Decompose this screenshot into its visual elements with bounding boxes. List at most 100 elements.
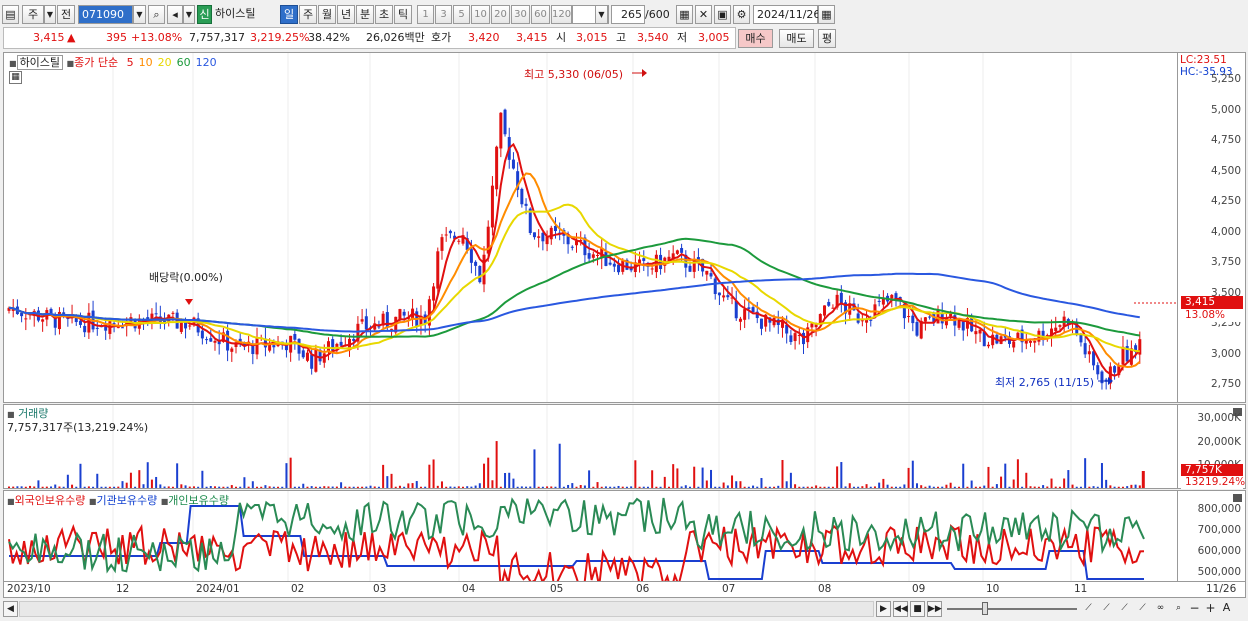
volume-bar xyxy=(264,485,267,488)
date-label: 11 xyxy=(1074,583,1088,595)
ma-legend-5: 5 xyxy=(126,56,134,69)
scroll-right-icon[interactable]: ▶ xyxy=(876,601,891,617)
chevron-down-icon[interactable]: ▼ xyxy=(133,5,146,24)
plus-icon[interactable]: + xyxy=(1203,601,1218,617)
volume-bar xyxy=(655,486,658,488)
scroll-left-icon[interactable]: ◀ xyxy=(3,601,18,617)
period-tab[interactable]: 초 xyxy=(375,5,393,24)
chevron-down-icon[interactable]: ▼ xyxy=(595,5,608,24)
price-panel: ■ 하이스틸 ■종가 단순 5 10 20 60 120 ▦ 배당락(0.00%) 최고 … xyxy=(3,52,1178,403)
volume-bar xyxy=(29,485,32,488)
period-tab[interactable]: 월 xyxy=(318,5,336,24)
forward-icon[interactable]: ▶▶ xyxy=(927,601,942,617)
volume-bar xyxy=(920,485,923,488)
institution-legend: 기관보유수량 xyxy=(96,494,158,507)
bid-price: 3,415 xyxy=(516,31,548,44)
interval-button[interactable]: 3 xyxy=(435,5,452,24)
sell-button[interactable]: 매도 xyxy=(779,29,814,48)
table-icon[interactable]: ▦ xyxy=(9,71,22,84)
scroll-track[interactable] xyxy=(19,601,874,617)
max-arrow-icon xyxy=(642,69,647,77)
prev-button[interactable]: 전 xyxy=(57,5,75,24)
calendar-icon[interactable]: ▦ xyxy=(818,5,835,24)
interval-button[interactable]: 120 xyxy=(551,5,572,24)
interval-button[interactable]: 10 xyxy=(471,5,490,24)
link-tool-icon[interactable]: ∞ xyxy=(1153,601,1168,617)
volume-bar xyxy=(260,486,263,488)
volume-bar xyxy=(159,484,162,488)
line-tool-icon[interactable]: ⟋ xyxy=(1081,601,1096,617)
minus-icon[interactable]: − xyxy=(1187,601,1202,617)
count-total: /600 xyxy=(645,8,670,21)
zoom-slider-thumb[interactable] xyxy=(982,602,988,615)
stock-code-input[interactable]: 071090 xyxy=(78,5,133,24)
close-icon[interactable] xyxy=(1233,494,1242,502)
volume-bar xyxy=(483,463,486,488)
angle-tool-icon[interactable]: ⟋ xyxy=(1117,601,1132,617)
count-input[interactable]: 265 xyxy=(611,5,645,24)
volume-bar xyxy=(916,483,918,488)
volume-ratio: 3,219.25% xyxy=(250,31,310,44)
volume-bar xyxy=(827,486,830,488)
volume-bar xyxy=(340,482,343,488)
high-price: 3,540 xyxy=(637,31,669,44)
grid-icon[interactable]: ▦ xyxy=(676,5,693,24)
volume-bar xyxy=(735,481,738,488)
volume-bar xyxy=(743,486,746,488)
zoom-out-icon[interactable]: ⌕ xyxy=(1171,601,1186,617)
volume-bar xyxy=(466,486,469,488)
volume-bar xyxy=(613,486,616,488)
change-percent: +13.08% xyxy=(131,31,183,44)
period-tab[interactable]: 분 xyxy=(356,5,374,24)
chevron-down-icon[interactable]: ▼ xyxy=(183,5,195,24)
average-button[interactable]: 평 xyxy=(818,29,836,48)
volume-bar xyxy=(142,484,145,488)
new-badge: 신 xyxy=(197,5,212,24)
period-tab[interactable]: 년 xyxy=(337,5,355,24)
gear-icon[interactable]: ⚙ xyxy=(733,5,750,24)
ask-price: 3,420 xyxy=(468,31,500,44)
volume-bar xyxy=(180,484,183,488)
period-tab[interactable]: 일 xyxy=(280,5,298,24)
window-menu-icon[interactable]: ▤ xyxy=(2,5,19,24)
rewind-icon[interactable]: ◀◀ xyxy=(893,601,908,617)
interval-button[interactable]: 5 xyxy=(453,5,470,24)
volume-bar xyxy=(646,486,649,488)
crosshair-icon[interactable]: ✕ xyxy=(695,5,712,24)
buy-button[interactable]: 매수 xyxy=(738,29,773,48)
volume-bar xyxy=(167,486,170,488)
interval-button[interactable]: 20 xyxy=(491,5,510,24)
channel-tool-icon[interactable]: ⟋ xyxy=(1135,601,1150,617)
volume-bar xyxy=(928,485,931,488)
volume-bar xyxy=(121,481,124,488)
search-icon[interactable]: ⌕ xyxy=(148,5,165,24)
interval-button[interactable]: 60 xyxy=(531,5,550,24)
stop-icon[interactable]: ■ xyxy=(910,601,925,617)
candle-body xyxy=(1083,343,1087,355)
speaker-icon[interactable]: ◂ xyxy=(167,5,183,24)
candle-body xyxy=(1012,341,1016,348)
volume-bar xyxy=(83,486,86,488)
market-select[interactable]: 주 xyxy=(22,5,44,24)
volume-bar xyxy=(491,480,494,488)
zoom-slider[interactable] xyxy=(947,608,1077,610)
candle-body xyxy=(305,352,309,361)
volume: 7,757,317 xyxy=(189,31,245,44)
period-tab[interactable]: 주 xyxy=(299,5,317,24)
trend-tool-icon[interactable]: ⟋ xyxy=(1099,601,1114,617)
date-input[interactable]: 2024/11/26 xyxy=(753,5,820,24)
interval-button[interactable]: 30 xyxy=(511,5,530,24)
interval-button[interactable]: 1 xyxy=(417,5,434,24)
chevron-down-icon[interactable]: ▼ xyxy=(44,5,56,24)
candle-body xyxy=(1054,327,1058,332)
font-size-icon[interactable]: A xyxy=(1219,601,1234,617)
ma-legend-20: 20 xyxy=(157,56,172,69)
save-icon[interactable]: ▣ xyxy=(714,5,731,24)
volume-bar xyxy=(453,486,456,488)
volume-bar xyxy=(684,485,687,488)
candle-body xyxy=(436,251,440,289)
candle-body xyxy=(604,251,608,266)
volume-bar xyxy=(512,478,515,488)
period-tab[interactable]: 틱 xyxy=(394,5,412,24)
stock-name: 하이스틸 xyxy=(215,7,256,20)
